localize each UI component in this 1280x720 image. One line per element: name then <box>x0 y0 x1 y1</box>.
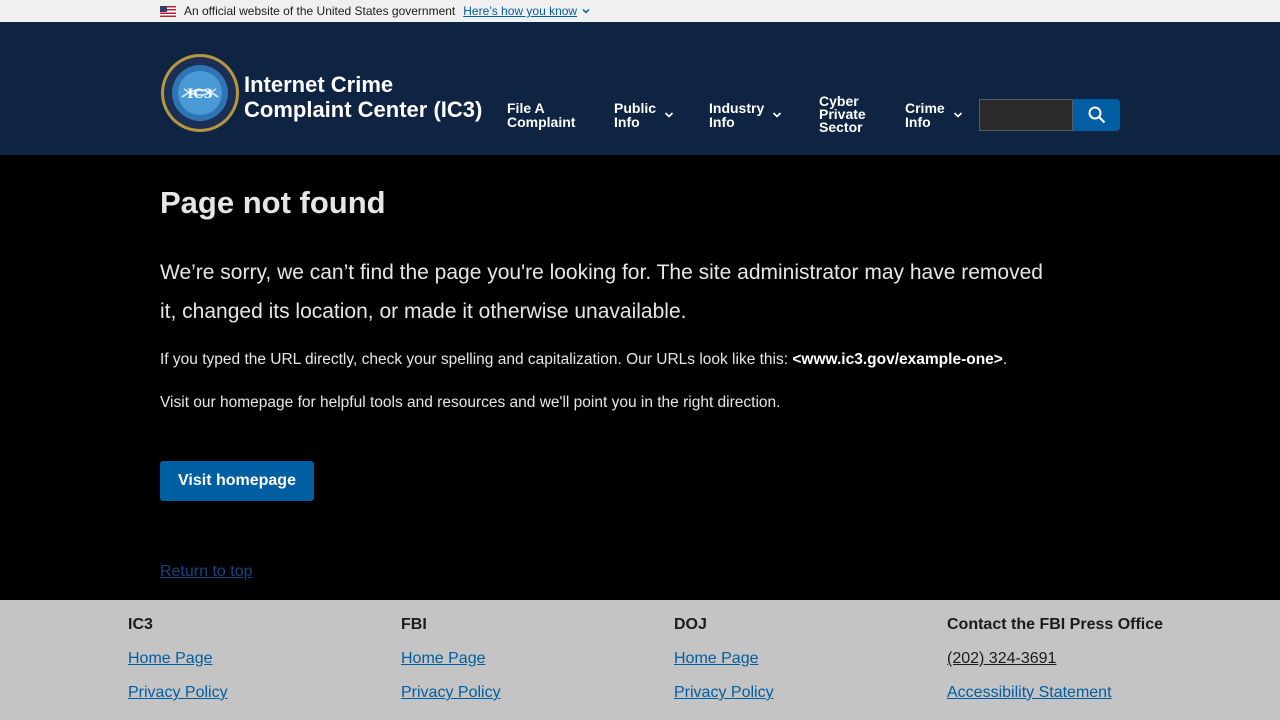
svg-text:IC3: IC3 <box>187 87 212 102</box>
nav-label-line: Crime <box>905 100 945 116</box>
footer-column-doj: DOJ Home Page Privacy Policy <box>674 616 774 718</box>
search-input[interactable] <box>979 99 1073 131</box>
nav-label-line: Industry <box>709 100 765 116</box>
chevron-down-icon <box>953 112 962 118</box>
nav-crime-info[interactable]: Crime Info <box>905 101 963 129</box>
footer-column-press-office: Contact the FBI Press Office (202) 324-3… <box>947 616 1163 718</box>
nav-industry-info[interactable]: Industry Info <box>709 101 782 129</box>
heres-how-you-know-link[interactable]: Here’s how you know <box>463 4 591 18</box>
site-title[interactable]: Internet Crime Complaint Center (IC3) <box>244 72 482 122</box>
chevron-down-icon <box>773 112 782 118</box>
url-example: <www.ic3.gov/example-one> <box>792 351 1003 368</box>
footer-column-ic3: IC3 Home Page Privacy Policy <box>128 616 228 718</box>
ic3-seal-logo[interactable]: IC3 <box>160 53 240 133</box>
homepage-hint-paragraph: Visit our homepage for helpful tools and… <box>160 394 781 411</box>
search-button[interactable] <box>1073 99 1120 131</box>
nav-label-line: Info <box>614 114 640 130</box>
heres-how-you-know-label: Here’s how you know <box>463 4 578 18</box>
chevron-down-icon <box>582 8 590 14</box>
us-flag-icon <box>160 5 176 17</box>
url-hint-suffix: . <box>1002 351 1008 368</box>
nav-label-line: Sector <box>819 119 863 135</box>
footer-heading: DOJ <box>674 616 707 633</box>
official-website-text: An official website of the United States… <box>184 4 456 18</box>
site-footer: IC3 Home Page Privacy Policy FBI Home Pa… <box>0 600 1280 720</box>
nav-label-line: Complaint <box>507 114 576 130</box>
search-icon <box>1088 106 1105 124</box>
footer-link-privacy-policy[interactable]: Privacy Policy <box>401 684 501 702</box>
page-title: Page not found <box>160 185 386 220</box>
footer-link-accessibility-statement[interactable]: Accessibility Statement <box>947 684 1163 702</box>
return-to-top-link[interactable]: Return to top <box>160 563 253 581</box>
nav-public-info[interactable]: Public Info <box>614 101 674 129</box>
chevron-down-icon <box>664 112 674 118</box>
gov-banner: An official website of the United States… <box>0 0 1280 22</box>
footer-heading: Contact the FBI Press Office <box>947 616 1164 633</box>
url-hint-text: If you typed the URL directly, check you… <box>160 351 793 368</box>
footer-column-fbi: FBI Home Page Privacy Policy <box>401 616 501 718</box>
site-header: IC3 Internet Crime Complaint Center (IC3… <box>0 22 1280 155</box>
nav-label-line: Info <box>709 114 735 130</box>
footer-link-home-page[interactable]: Home Page <box>674 650 774 668</box>
nav-label-line: File A <box>507 100 545 116</box>
site-title-line2: Complaint Center (IC3) <box>244 97 483 122</box>
nav-file-a-complaint[interactable]: File A Complaint <box>507 101 575 129</box>
footer-heading: FBI <box>401 616 427 633</box>
footer-link-home-page[interactable]: Home Page <box>128 650 228 668</box>
nav-cyber-private-sector[interactable]: Cyber Private Sector <box>819 94 866 135</box>
url-hint-paragraph: If you typed the URL directly, check you… <box>160 351 1120 369</box>
nav-label-line: Public <box>614 100 657 116</box>
footer-link-privacy-policy[interactable]: Privacy Policy <box>674 684 774 702</box>
nav-label-line: Info <box>905 114 931 130</box>
footer-phone-link[interactable]: (202) 324-3691 <box>947 650 1163 668</box>
footer-heading: IC3 <box>128 616 153 633</box>
visit-homepage-button[interactable]: Visit homepage <box>160 461 314 501</box>
lead-paragraph: We’re sorry, we can’t find the page you'… <box>160 261 1043 323</box>
footer-link-home-page[interactable]: Home Page <box>401 650 501 668</box>
footer-link-privacy-policy[interactable]: Privacy Policy <box>128 684 228 702</box>
site-title-line1: Internet Crime <box>244 72 394 97</box>
